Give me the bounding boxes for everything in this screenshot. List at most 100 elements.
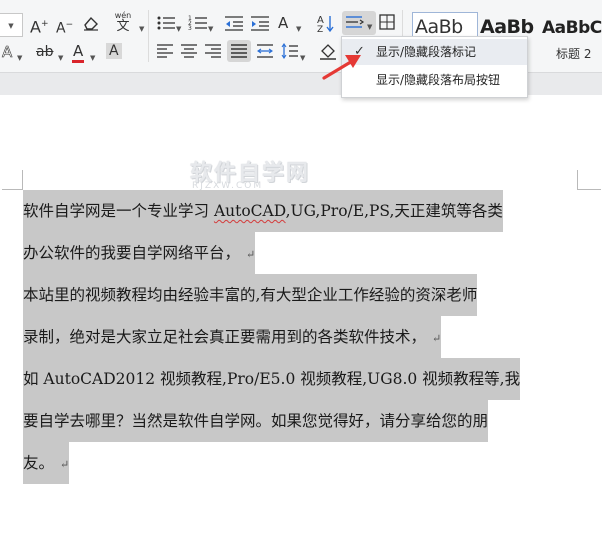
separator — [148, 10, 149, 62]
spellcheck-word: AutoCAD — [213, 202, 286, 220]
paragraph-mark-icon: ↵ — [246, 248, 256, 261]
phonetic-char: 文 — [116, 19, 130, 34]
bullet-list-button[interactable] — [156, 14, 176, 32]
line-spacing-dropdown[interactable]: ▼ — [300, 46, 305, 68]
numbered-list-button[interactable]: 123 — [188, 14, 208, 32]
font-color-icon: A — [72, 42, 85, 63]
text-direction-dropdown[interactable]: ▼ — [296, 17, 301, 39]
text-line: 如 AutoCAD2012 视频教程,Pro/E5.0 视频教程,UG8.0 视… — [23, 358, 578, 400]
paragraph-mark-menu: ✓ 显示/隐藏段落标记 显示/隐藏段落布局按钮 — [341, 36, 528, 98]
watermark-logo: 软件自学网 RJZXW.COM — [190, 155, 340, 195]
align-left-button[interactable] — [156, 43, 174, 59]
align-left-icon — [157, 44, 173, 58]
menu-item-label: 显示/隐藏段落标记 — [376, 45, 477, 59]
highlight-dropdown[interactable]: ▼ — [58, 46, 63, 68]
svg-text:Z: Z — [317, 25, 323, 33]
selected-text[interactable]: 软件自学网是一个专业学习 AutoCAD,UG,Pro/E,PS,天正建筑等各类 — [23, 190, 503, 232]
justify-button[interactable] — [227, 40, 251, 62]
border-grid-icon — [379, 14, 395, 30]
bullet-dropdown[interactable]: ▼ — [176, 17, 181, 39]
numbering-dropdown[interactable]: ▼ — [208, 17, 213, 39]
character-shading-icon: A — [106, 43, 122, 59]
margin-crop-mark — [577, 170, 578, 190]
text-line: 要自学去哪里？当然是软件自学网。如果您觉得好，请分享给您的朋 — [23, 400, 578, 442]
line-spacing-button[interactable] — [281, 43, 299, 59]
borders-button[interactable] — [378, 13, 396, 31]
eraser-icon — [84, 16, 98, 31]
menu-item-label: 显示/隐藏段落布局按钮 — [376, 73, 501, 87]
chevron-down-icon: ▼ — [296, 25, 302, 33]
chevron-down-icon: ▼ — [367, 23, 373, 31]
style-preview-heading1: AaBb — [480, 16, 534, 38]
decrease-indent-button[interactable] — [224, 14, 244, 32]
text-direction-button[interactable]: A — [278, 13, 288, 33]
font-size-dropdown[interactable]: ▼ — [0, 13, 23, 37]
text-line: 办公软件的我要自学网络平台， ↵ — [23, 232, 578, 274]
character-shading-button[interactable]: A — [106, 41, 122, 61]
numbered-list-icon: 123 — [188, 15, 207, 32]
show-hide-paragraph-mark-button[interactable]: ▼ — [342, 11, 376, 35]
chevron-down-icon: ▼ — [8, 22, 14, 30]
chevron-down-icon: ▼ — [58, 54, 64, 62]
margin-crop-mark — [2, 189, 23, 190]
shrink-font-icon: A — [56, 20, 66, 37]
selected-text[interactable]: 要自学去哪里？当然是软件自学网。如果您觉得好，请分享给您的朋 — [23, 400, 489, 442]
highlight-button[interactable]: ab — [36, 42, 53, 62]
phonetic-dropdown[interactable]: ▼ — [139, 17, 144, 39]
text-direction-icon: A — [278, 14, 289, 32]
line-spacing-icon — [281, 43, 298, 59]
style-preview-normal: AaBb — [415, 16, 463, 38]
text-line: 软件自学网是一个专业学习 AutoCAD,UG,Pro/E,PS,天正建筑等各类 — [23, 190, 578, 232]
font-color-button[interactable]: A — [72, 41, 85, 63]
text-line: 友。 ↵ — [23, 442, 578, 484]
bullet-list-icon — [157, 16, 175, 30]
chevron-down-icon: ▼ — [208, 25, 214, 33]
align-center-icon — [181, 44, 197, 58]
paragraph-layout-icon — [346, 16, 365, 28]
paragraph-mark-icon: ↵ — [60, 458, 70, 471]
outdent-icon — [225, 16, 243, 31]
chevron-down-icon: ▼ — [17, 54, 23, 62]
grow-font-button[interactable]: A+ — [30, 14, 49, 37]
margin-crop-mark — [577, 189, 601, 190]
text-line: 本站里的视频教程均由经验丰富的,有大型企业工作经验的资深老师 — [23, 274, 578, 316]
align-center-button[interactable] — [180, 43, 198, 59]
document-body[interactable]: 软件自学网是一个专业学习 AutoCAD,UG,Pro/E,PS,天正建筑等各类… — [23, 190, 578, 484]
chevron-down-icon: ▼ — [176, 25, 182, 33]
shrink-font-button[interactable]: A− — [56, 15, 73, 39]
distribute-icon — [257, 44, 273, 58]
paragraph-mark-icon: ↵ — [432, 332, 442, 345]
font-color-dropdown[interactable]: ▼ — [90, 46, 95, 68]
grow-font-icon: A — [30, 17, 41, 37]
clear-format-button[interactable] — [82, 14, 100, 32]
text-effect-icon: A — [2, 43, 13, 62]
selected-text[interactable]: 本站里的视频教程均由经验丰富的,有大型企业工作经验的资深老师 — [23, 274, 478, 316]
text-effect-button[interactable]: A — [2, 42, 13, 62]
align-right-icon — [205, 44, 221, 58]
indent-icon — [251, 16, 269, 31]
selected-text[interactable]: 如 AutoCAD2012 视频教程,Pro/E5.0 视频教程,UG8.0 视… — [23, 358, 521, 400]
style-name-heading2: 标题 2 — [556, 47, 592, 61]
selected-text[interactable]: 办公软件的我要自学网络平台， ↵ — [23, 232, 256, 274]
style-preview-heading2: AaBbC — [542, 18, 602, 38]
text-effect-dropdown[interactable]: ▼ — [17, 46, 22, 68]
increase-indent-button[interactable] — [250, 14, 270, 32]
align-right-button[interactable] — [204, 43, 222, 59]
chevron-down-icon: ▼ — [300, 54, 306, 62]
sort-icon: A Z — [317, 15, 334, 33]
phonetic-guide-button[interactable]: wén 文 — [108, 12, 138, 34]
chevron-down-icon: ▼ — [90, 54, 96, 62]
align-justify-icon — [231, 44, 247, 58]
red-arrow-icon — [322, 55, 361, 80]
menu-item-show-hide-paragraph-marks[interactable]: ✓ 显示/隐藏段落标记 — [342, 39, 527, 65]
svg-text:3: 3 — [188, 25, 192, 32]
sort-button[interactable]: A Z — [316, 13, 334, 33]
selected-text[interactable]: 录制，绝对是大家立足社会真正要需用到的各类软件技术， ↵ — [23, 316, 442, 358]
text-line: 录制，绝对是大家立足社会真正要需用到的各类软件技术， ↵ — [23, 316, 578, 358]
menu-item-show-hide-layout-button[interactable]: 显示/隐藏段落布局按钮 — [342, 67, 527, 93]
chevron-down-icon: ▼ — [139, 25, 145, 33]
distributed-align-button[interactable] — [256, 43, 274, 59]
margin-crop-mark — [22, 170, 23, 190]
highlighter-icon: ab — [36, 44, 54, 60]
selected-text[interactable]: 友。 ↵ — [23, 442, 70, 484]
